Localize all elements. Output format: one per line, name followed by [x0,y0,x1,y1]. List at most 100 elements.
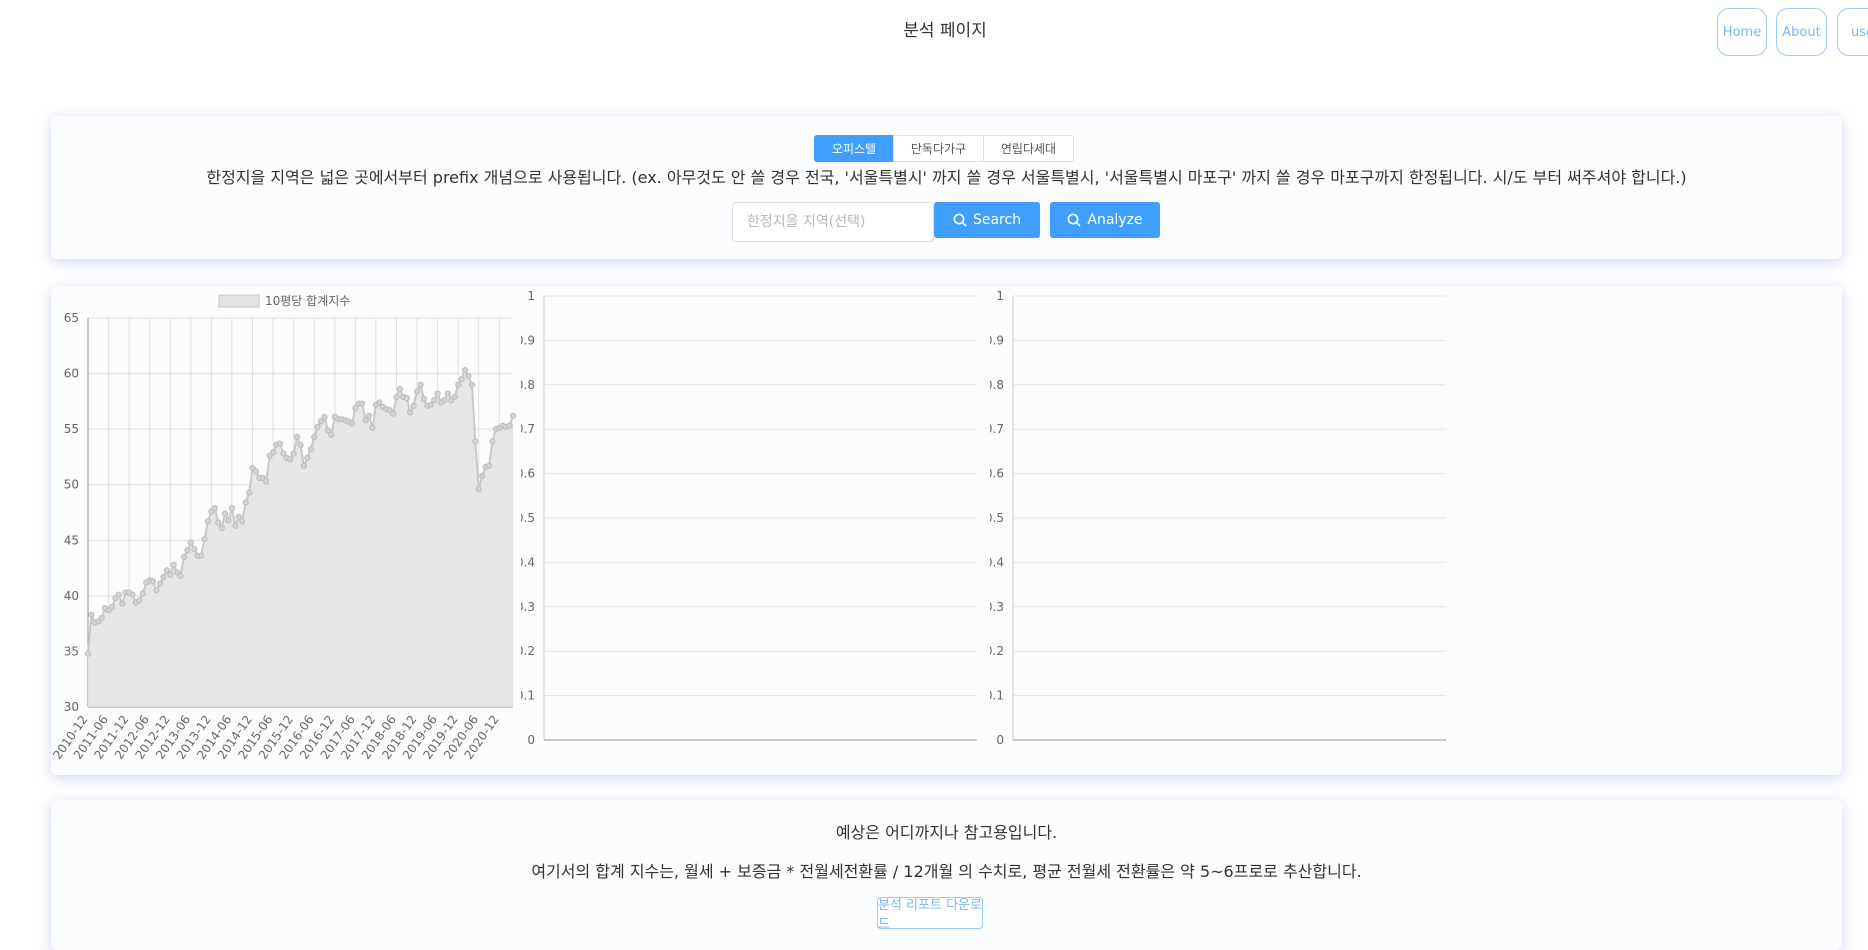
data-point [88,611,95,618]
data-point [235,513,242,520]
data-point [441,397,448,404]
tab-row-house[interactable]: 연립다세대 [983,135,1074,162]
analyze-button-label: Analyze [1087,212,1143,228]
y-tick-label: 40 [64,589,79,603]
data-point [270,449,277,456]
data-point [225,517,232,524]
data-point [479,472,486,479]
data-point [489,438,496,445]
data-point [300,462,307,469]
data-point [403,394,410,402]
data-point [393,393,400,401]
data-point [444,390,451,397]
data-point [239,518,246,525]
data-point [314,423,321,430]
data-point [232,522,239,529]
data-point [177,572,184,579]
data-point [472,438,479,445]
data-point [318,418,325,425]
search-button-label: Search [972,212,1022,228]
data-point [420,396,427,403]
y-tick-label: 0.6 [990,467,1004,481]
data-point [506,422,513,429]
data-point [365,412,373,419]
data-point [150,578,157,585]
user-button-label: user [1851,24,1868,40]
y-tick-label: 0.2 [990,644,1004,658]
data-point [153,587,160,594]
data-point [413,388,421,395]
data-point [427,401,434,408]
tab-detached-house[interactable]: 단독다가구 [893,135,984,162]
data-point [187,539,194,546]
info-panel: 예상은 어디까지나 참고용입니다. 여기서의 합계 지수는, 월세 + 보증금 … [51,800,1842,950]
data-point [263,478,270,485]
about-button[interactable]: About [1776,8,1827,56]
data-point [84,650,92,657]
disclaimer-text: 예상은 어디까지나 참고용입니다. [835,823,1058,842]
y-tick-label: 0.3 [521,600,535,614]
region-input[interactable] [732,202,934,242]
data-point [431,397,438,404]
data-point [451,393,458,401]
data-point [455,381,462,388]
y-tick-label: 35 [64,644,79,658]
data-point [348,420,355,427]
data-point [276,440,283,447]
y-tick-label: 1 [527,289,535,303]
search-panel: 오피스텔 단독다가구 연립다세대 한정지을 지역은 넓은 곳에서부터 prefi… [51,116,1842,259]
data-point [475,486,482,493]
y-tick-label: 45 [64,533,79,547]
y-tick-label: 0.6 [521,467,535,481]
y-tick-label: 0 [527,733,535,747]
data-point [191,546,198,553]
search-icon [1068,213,1081,227]
tab-officetel[interactable]: 오피스텔 [814,135,894,162]
data-point [294,433,301,440]
user-button[interactable]: user [1837,8,1868,56]
data-point [204,518,212,525]
empty-chart-2: 0 0.1 0.2 0.3 0.4 0.5 0.6 0.7 0.8 0.9 1 [990,289,1446,747]
y-tick-label: 0.8 [990,378,1004,392]
home-button[interactable]: Home [1717,8,1767,56]
download-report-button[interactable]: 분석 리포트 다운로드 [877,897,983,932]
data-point [246,489,253,496]
y-tick-label: 0.1 [521,689,535,703]
data-point [218,525,225,532]
y-tick-label: 0.1 [990,689,1004,703]
data-point [184,547,191,554]
y-tick-label: 60 [64,367,79,381]
y-tick-label: 0.2 [521,644,535,658]
data-point [468,381,475,388]
data-point [311,433,318,440]
data-point [485,462,493,469]
y-tick-label: 0.9 [990,333,1004,347]
search-icon [953,213,967,227]
data-point [129,591,136,598]
data-point [160,573,167,581]
region-notice: 한정지을 지역은 넓은 곳에서부터 prefix 개념으로 사용됩니다. (ex… [206,168,1687,187]
y-tick-label: 0.4 [990,555,1004,569]
data-point [228,505,236,512]
data-point [115,591,122,598]
data-point [211,505,218,512]
data-point [359,400,366,407]
data-point [252,468,259,475]
data-point [297,441,304,448]
data-point [242,499,249,506]
data-point [410,402,417,409]
data-point [465,372,472,379]
data-point [458,376,465,383]
data-point [98,615,105,622]
data-point [407,409,414,416]
data-point [304,454,311,462]
analyze-button[interactable]: Analyze [1050,202,1160,238]
data-point [119,600,126,607]
search-button[interactable]: Search [934,202,1040,238]
page-title: 분석 페이지 [903,21,987,41]
legend-swatch [218,294,260,308]
index-description: 여기서의 합계 지수는, 월세 + 보증금 * 전월세전환률 / 12개월 의 … [531,862,1362,881]
y-tick-label: 0.9 [521,333,535,347]
series-area [88,370,513,707]
y-tick-label: 65 [64,311,79,325]
